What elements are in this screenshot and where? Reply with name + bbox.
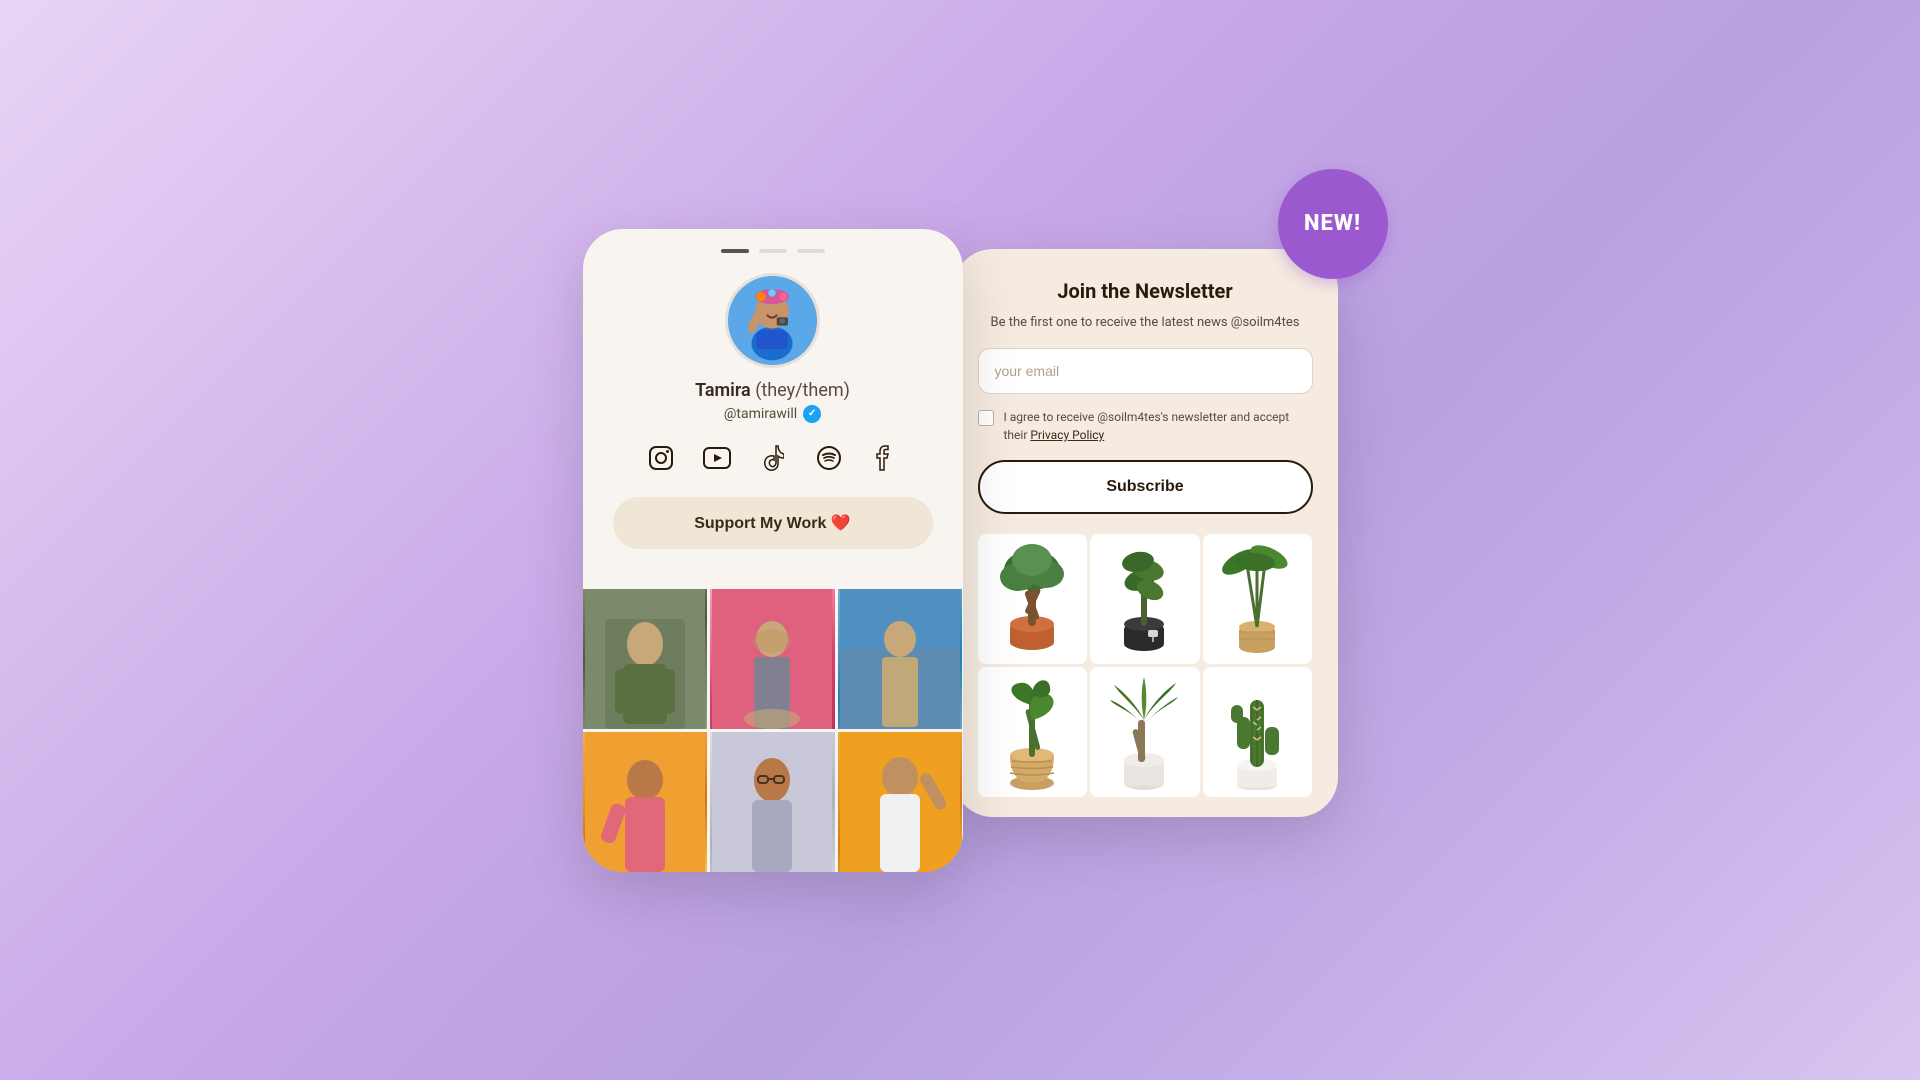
verified-badge: ✓ bbox=[803, 405, 821, 423]
subscribe-button[interactable]: Subscribe bbox=[978, 460, 1313, 514]
new-badge: NEW! bbox=[1278, 169, 1388, 279]
plant-cell-2[interactable] bbox=[1090, 534, 1200, 664]
indicator-3 bbox=[797, 249, 825, 253]
plant-grid bbox=[978, 534, 1313, 797]
pronouns: (they/them) bbox=[755, 380, 850, 401]
progress-indicators bbox=[583, 249, 963, 253]
photo-grid bbox=[583, 589, 963, 872]
photo-figure-3 bbox=[838, 589, 963, 729]
plant-svg-5 bbox=[1102, 675, 1187, 790]
instagram-icon[interactable] bbox=[642, 439, 680, 477]
plant-cell-5[interactable] bbox=[1090, 667, 1200, 797]
facebook-icon[interactable] bbox=[866, 439, 904, 477]
email-input[interactable] bbox=[978, 348, 1313, 394]
newsletter-description: Be the first one to receive the latest n… bbox=[978, 313, 1313, 333]
social-icons bbox=[642, 439, 904, 477]
privacy-policy-link[interactable]: Privacy Policy bbox=[1030, 428, 1104, 442]
plant-svg-4 bbox=[990, 675, 1075, 790]
photo-figure-6 bbox=[838, 732, 963, 872]
support-button[interactable]: Support My Work ❤️ bbox=[613, 497, 933, 549]
tiktok-icon[interactable] bbox=[754, 439, 792, 477]
plant-cell-4[interactable] bbox=[978, 667, 1088, 797]
plant-svg-6 bbox=[1215, 675, 1300, 790]
spotify-icon[interactable] bbox=[810, 439, 848, 477]
plant-svg-2 bbox=[1102, 542, 1187, 657]
photo-figure-5 bbox=[710, 732, 835, 872]
avatar bbox=[725, 273, 820, 368]
newsletter-title: Join the Newsletter bbox=[978, 279, 1313, 303]
profile-handle: @tamirawill ✓ bbox=[724, 405, 821, 423]
photo-figure-4 bbox=[583, 732, 708, 872]
consent-checkbox[interactable] bbox=[978, 410, 994, 426]
photo-cell-2[interactable] bbox=[710, 589, 835, 729]
phone-right: Join the Newsletter Be the first one to … bbox=[953, 249, 1338, 818]
profile-section: Tamira (they/them) @tamirawill ✓ bbox=[583, 273, 963, 589]
youtube-icon[interactable] bbox=[698, 439, 736, 477]
indicator-1 bbox=[721, 249, 749, 253]
photo-cell-6[interactable] bbox=[838, 732, 963, 872]
photo-figure-1 bbox=[583, 589, 708, 729]
photo-cell-1[interactable] bbox=[583, 589, 708, 729]
profile-name: Tamira (they/them) bbox=[695, 380, 850, 401]
plant-svg-3 bbox=[1215, 542, 1300, 657]
plant-cell-6[interactable] bbox=[1203, 667, 1313, 797]
consent-row: I agree to receive @soilm4tes's newslett… bbox=[978, 408, 1313, 444]
photo-cell-5[interactable] bbox=[710, 732, 835, 872]
photo-cell-4[interactable] bbox=[583, 732, 708, 872]
consent-text: I agree to receive @soilm4tes's newslett… bbox=[1004, 408, 1313, 444]
plant-cell-3[interactable] bbox=[1203, 534, 1313, 664]
indicator-2 bbox=[759, 249, 787, 253]
phones-container: NEW! bbox=[583, 229, 1338, 872]
phone-left: Tamira (they/them) @tamirawill ✓ bbox=[583, 229, 963, 872]
photo-cell-3[interactable] bbox=[838, 589, 963, 729]
photo-figure-2 bbox=[710, 589, 835, 729]
avatar-image bbox=[728, 276, 817, 365]
avatar-svg bbox=[728, 276, 817, 365]
plant-svg-1 bbox=[990, 542, 1075, 657]
plant-cell-1[interactable] bbox=[978, 534, 1088, 664]
